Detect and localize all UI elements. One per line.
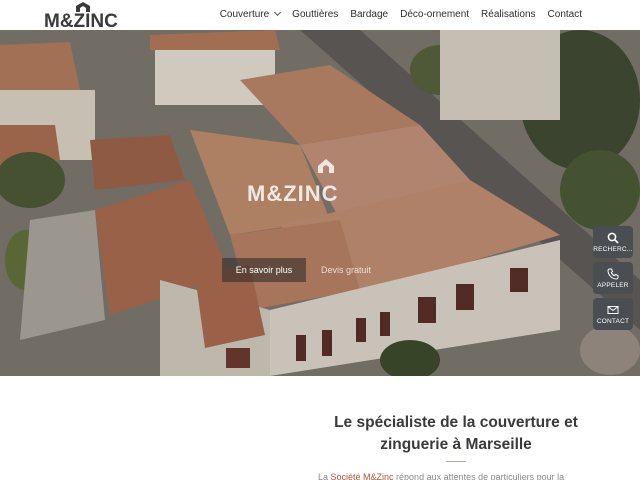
svg-text:M&ZINC: M&ZINC — [44, 11, 118, 30]
search-fab-button[interactable]: RECHERC... — [593, 226, 633, 258]
section-divider — [446, 461, 466, 462]
hero-brand: M&ZINC — [247, 158, 377, 207]
page: M&ZINC Couverture Gouttières Bardage Déc… — [0, 0, 640, 480]
main-nav: Couverture Gouttières Bardage Déco-ornem… — [214, 0, 588, 28]
hero-buttons: En savoir plus Devis gratuit — [222, 258, 392, 282]
search-fab-label: RECHERC... — [593, 245, 633, 253]
nav-item-gouttieres[interactable]: Gouttières — [286, 0, 344, 28]
site-header: M&ZINC Couverture Gouttières Bardage Déc… — [0, 0, 640, 30]
chevron-down-icon — [274, 8, 282, 17]
learn-more-button[interactable]: En savoir plus — [222, 258, 306, 282]
headline-line-1: Le spécialiste de la couverture et — [334, 414, 578, 431]
intro-suffix: répond aux attentes de particuliers pour… — [393, 472, 565, 480]
phone-icon — [607, 268, 619, 280]
nav-item-contact[interactable]: Contact — [542, 0, 588, 28]
site-logo[interactable]: M&ZINC — [44, 2, 124, 30]
logo-mark-icon: M&ZINC — [44, 2, 118, 30]
section-headline: Le spécialiste de la couverture et zingu… — [316, 412, 596, 456]
hero-banner: M&ZINC En savoir plus Devis gratuit — [0, 30, 640, 376]
call-fab-label: APPELER — [597, 281, 629, 289]
headline-line-2: zinguerie à Marseille — [380, 436, 532, 453]
call-fab-button[interactable]: APPELER — [593, 262, 633, 294]
contact-fab-label: CONTACT — [596, 317, 630, 325]
contact-fab-button[interactable]: CONTACT — [593, 298, 633, 330]
nav-label: Couverture — [219, 8, 270, 20]
hero-title: M&ZINC — [247, 181, 339, 206]
nav-item-bardage[interactable]: Bardage — [344, 0, 394, 28]
nav-item-deco-ornement[interactable]: Déco-ornement — [394, 0, 475, 28]
hero-logo-mark-icon — [318, 159, 334, 173]
mail-icon — [607, 305, 619, 314]
intro-prefix: La — [318, 472, 331, 480]
search-icon — [607, 232, 619, 244]
free-quote-button[interactable]: Devis gratuit — [306, 258, 386, 282]
company-link[interactable]: Société M&Zinc — [331, 472, 394, 480]
nav-item-couverture[interactable]: Couverture — [214, 0, 286, 28]
intro-paragraph: La Société M&Zinc répond aux attentes de… — [318, 472, 578, 480]
intro-section: Le spécialiste de la couverture et zingu… — [0, 376, 640, 480]
nav-item-realisations[interactable]: Réalisations — [475, 0, 541, 28]
